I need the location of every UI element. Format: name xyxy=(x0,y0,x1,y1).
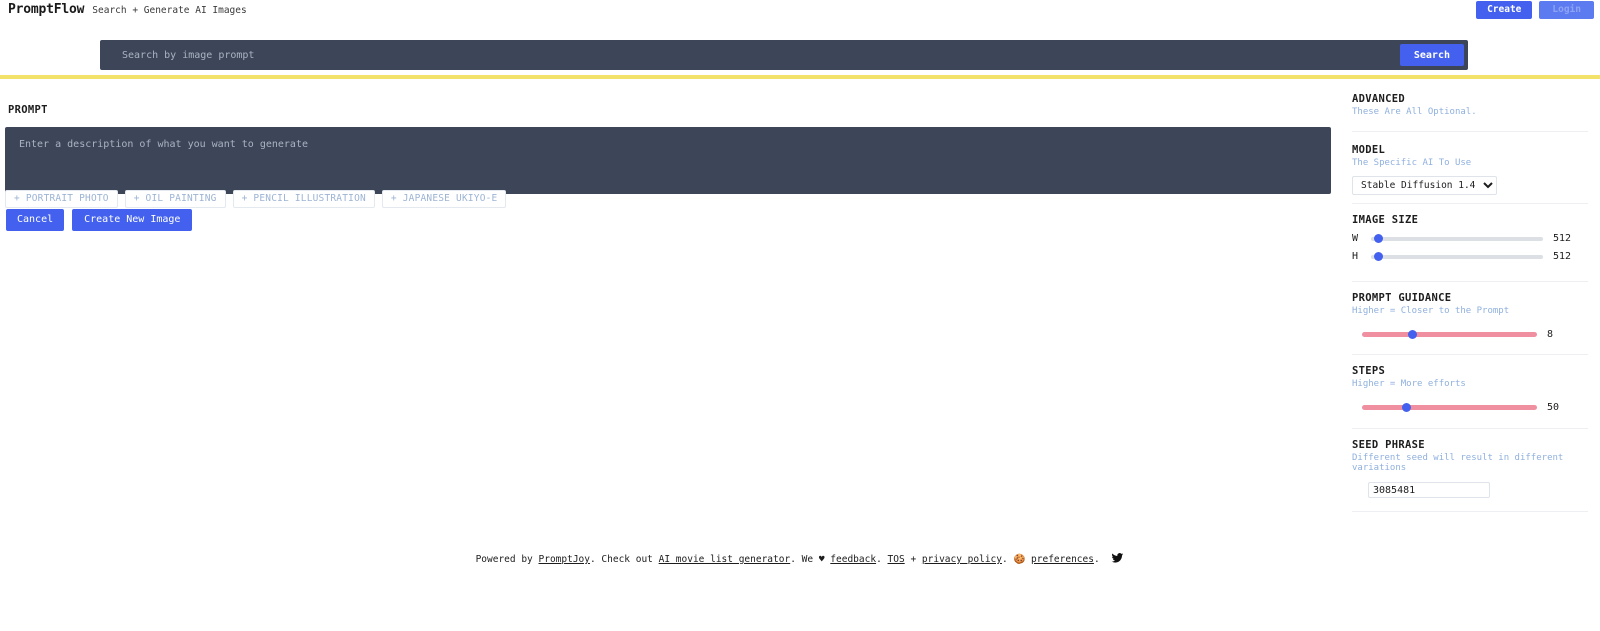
height-value: 512 xyxy=(1553,251,1572,262)
steps-slider-row: 50 xyxy=(1360,402,1569,413)
login-button[interactable]: Login xyxy=(1539,1,1594,19)
brand-area: PromptFlow Search + Generate AI Images xyxy=(8,2,247,17)
divider-2 xyxy=(1352,203,1588,204)
cancel-button[interactable]: Cancel xyxy=(6,209,65,231)
divider-5 xyxy=(1352,428,1588,429)
seed-phrase-block: SEED PHRASE Different seed will result i… xyxy=(1340,439,1600,498)
top-navigation-bar: PromptFlow Search + Generate AI Images C… xyxy=(0,0,1600,20)
prompt-guidance-subtitle: Higher = Closer to the Prompt xyxy=(1352,306,1510,316)
prompt-textarea[interactable] xyxy=(5,127,1331,194)
app-logo-text[interactable]: PromptFlow xyxy=(8,2,84,17)
guidance-slider-row: 8 xyxy=(1360,329,1569,340)
advanced-options-sidebar: ADVANCED These Are All Optional. MODEL T… xyxy=(1340,79,1600,539)
footer-link-tos[interactable]: TOS xyxy=(888,554,905,565)
search-input[interactable] xyxy=(100,40,1400,70)
image-size-title: IMAGE SIZE xyxy=(1352,214,1419,226)
app-tagline: Search + Generate AI Images xyxy=(92,5,247,16)
footer-powered-by: Powered by xyxy=(475,554,533,565)
divider-1 xyxy=(1352,131,1588,132)
cookie-icon: 🍪 xyxy=(1013,554,1026,565)
advanced-subtitle: These Are All Optional. xyxy=(1352,107,1477,117)
seed-phrase-subtitle: Different seed will result in different … xyxy=(1352,453,1564,473)
steps-subtitle: Higher = More efforts xyxy=(1352,379,1466,389)
advanced-title: ADVANCED xyxy=(1352,93,1405,105)
height-slider-row: H 512 xyxy=(1352,251,1575,262)
footer-text-we-love: . We xyxy=(790,554,814,565)
main-content-pane: PROMPT + PORTRAIT PHOTO + OIL PAINTING +… xyxy=(0,79,1340,539)
chip-pencil-illustration[interactable]: + PENCIL ILLUSTRATION xyxy=(232,190,375,208)
twitter-bird-icon[interactable] xyxy=(1111,552,1124,567)
steps-block: STEPS Higher = More efforts 50 xyxy=(1340,365,1575,413)
prompt-guidance-title: PROMPT GUIDANCE xyxy=(1352,292,1452,304)
footer-link-preferences[interactable]: preferences xyxy=(1031,554,1094,565)
footer-text-checkout: . Check out xyxy=(589,554,653,565)
divider-6 xyxy=(1352,511,1588,512)
footer-link-privacy-policy[interactable]: privacy policy xyxy=(922,554,1002,565)
footer-dot-3: . xyxy=(1093,554,1100,565)
image-size-block: IMAGE SIZE W 512 H 512 xyxy=(1340,214,1581,262)
steps-value: 50 xyxy=(1547,402,1560,413)
model-subtitle: The Specific AI To Use xyxy=(1352,158,1472,168)
divider-3 xyxy=(1352,281,1588,282)
top-buttons-group: Create Login xyxy=(1476,1,1594,19)
prompt-guidance-block: PROMPT GUIDANCE Higher = Closer to the P… xyxy=(1340,292,1575,340)
page-footer: Powered by PromptJoy. Check out AI movie… xyxy=(0,552,1600,567)
model-select[interactable]: Stable Diffusion 1.4 xyxy=(1352,176,1497,195)
guidance-value: 8 xyxy=(1547,329,1554,340)
search-bar: Search xyxy=(100,40,1468,70)
steps-slider[interactable] xyxy=(1362,405,1537,410)
chip-oil-painting[interactable]: + OIL PAINTING xyxy=(124,190,226,208)
width-label: W xyxy=(1352,233,1359,244)
guidance-slider[interactable] xyxy=(1362,332,1537,337)
seed-phrase-input[interactable] xyxy=(1368,482,1490,498)
chip-japanese-ukiyo-e[interactable]: + JAPANESE UKIYO-E xyxy=(381,190,507,208)
footer-link-feedback[interactable]: feedback xyxy=(830,554,876,565)
footer-dot-2: . xyxy=(1001,554,1008,565)
height-label: H xyxy=(1352,251,1359,262)
heart-icon: ♥ xyxy=(818,554,825,565)
model-title: MODEL xyxy=(1352,144,1386,156)
footer-plus: + xyxy=(910,554,917,565)
steps-title: STEPS xyxy=(1352,365,1386,377)
create-button[interactable]: Create xyxy=(1476,1,1533,19)
prompt-action-buttons: Cancel Create New Image xyxy=(6,209,193,231)
chip-portrait-photo[interactable]: + PORTRAIT PHOTO xyxy=(5,190,118,208)
footer-link-promptjoy[interactable]: PromptJoy xyxy=(539,554,590,565)
prompt-style-chips: + PORTRAIT PHOTO + OIL PAINTING + PENCIL… xyxy=(5,190,507,208)
footer-link-ai-movie-list-generator[interactable]: AI movie list generator xyxy=(659,554,791,565)
height-slider[interactable] xyxy=(1371,254,1543,259)
width-slider[interactable] xyxy=(1371,236,1543,241)
create-new-image-button[interactable]: Create New Image xyxy=(72,209,193,231)
seed-phrase-title: SEED PHRASE xyxy=(1352,439,1425,451)
advanced-block: ADVANCED These Are All Optional. xyxy=(1340,93,1483,117)
prompt-section-title: PROMPT xyxy=(8,104,48,116)
search-button[interactable]: Search xyxy=(1399,44,1464,66)
model-block: MODEL The Specific AI To Use Stable Diff… xyxy=(1340,144,1503,195)
width-slider-row: W 512 xyxy=(1352,233,1575,244)
divider-4 xyxy=(1352,354,1588,355)
footer-dot-1: . xyxy=(876,554,882,565)
width-value: 512 xyxy=(1553,233,1572,244)
